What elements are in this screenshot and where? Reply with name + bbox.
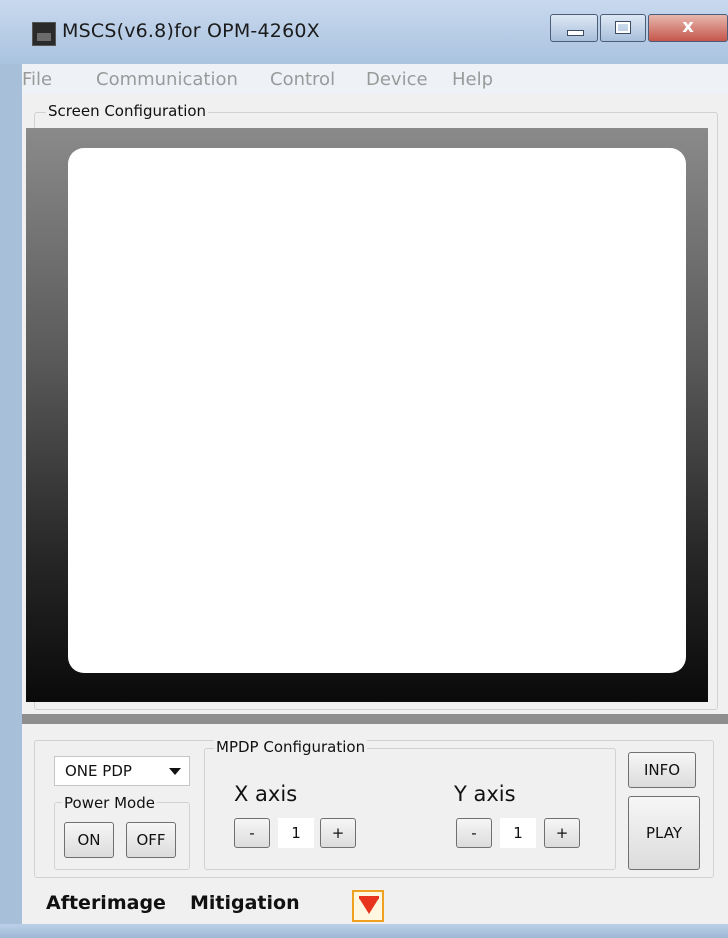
screen-preview-panel[interactable] (68, 148, 686, 673)
y-axis-decrement-button[interactable]: - (456, 818, 492, 848)
power-mode-label: Power Mode (62, 794, 157, 812)
y-axis-value[interactable]: 1 (500, 818, 536, 848)
menu-bar: File Communication Control Device Help (22, 64, 728, 94)
window-bottom-border (0, 924, 728, 938)
chevron-down-icon (169, 768, 181, 775)
maximize-button[interactable] (600, 14, 646, 42)
minimize-icon (567, 30, 584, 36)
close-icon: x (682, 16, 694, 37)
app-icon[interactable] (32, 22, 56, 46)
menu-control[interactable]: Control (270, 69, 335, 90)
mpdp-configuration-group (204, 748, 616, 870)
screen-configuration-label: Screen Configuration (46, 102, 209, 120)
x-axis-decrement-button[interactable]: - (234, 818, 270, 848)
mitigation-label: Mitigation (190, 892, 300, 914)
display-select[interactable]: ONE PDP (54, 756, 190, 786)
menu-help[interactable]: Help (452, 69, 493, 90)
menu-communication[interactable]: Communication (96, 69, 238, 90)
pane-divider[interactable] (22, 714, 728, 724)
afterimage-expand-button[interactable] (352, 890, 384, 922)
power-off-button[interactable]: OFF (126, 822, 176, 858)
y-axis-increment-button[interactable]: + (544, 818, 580, 848)
display-select-value: ONE PDP (65, 762, 132, 780)
info-button[interactable]: INFO (628, 752, 696, 788)
close-button[interactable]: x (648, 14, 728, 42)
app-window: MSCS(v6.8)for OPM-4260X x File Communica… (0, 0, 728, 938)
y-axis-label: Y axis (454, 782, 516, 806)
x-axis-increment-button[interactable]: + (320, 818, 356, 848)
title-bar[interactable]: MSCS(v6.8)for OPM-4260X x (0, 0, 728, 64)
maximize-icon (615, 21, 631, 34)
play-button[interactable]: PLAY (628, 796, 700, 870)
minimize-button[interactable] (550, 14, 598, 42)
menu-device[interactable]: Device (366, 69, 428, 90)
triangle-down-icon (359, 898, 379, 914)
window-title: MSCS(v6.8)for OPM-4260X (62, 20, 320, 42)
afterimage-label: Afterimage (46, 892, 166, 914)
x-axis-value[interactable]: 1 (278, 818, 314, 848)
mpdp-configuration-label: MPDP Configuration (214, 738, 368, 756)
menu-file[interactable]: File (22, 69, 52, 90)
x-axis-label: X axis (234, 782, 298, 806)
power-on-button[interactable]: ON (64, 822, 114, 858)
